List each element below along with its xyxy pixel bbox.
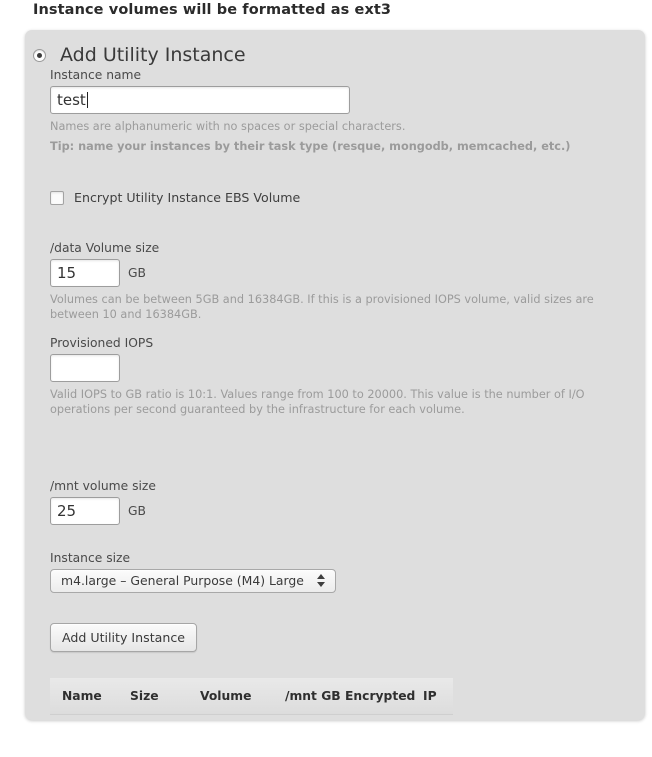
data-volume-size-label: /data Volume size — [50, 241, 160, 255]
section-title: Add Utility Instance — [60, 44, 246, 66]
column-header-mnt-gb: /mnt GB — [285, 678, 345, 715]
mnt-volume-size-input[interactable] — [50, 497, 120, 525]
add-utility-instance-radio[interactable] — [33, 48, 46, 62]
encrypt-volume-label: Encrypt Utility Instance EBS Volume — [74, 190, 301, 205]
instance-name-input[interactable] — [50, 86, 350, 114]
select-updown-arrows-icon — [317, 574, 326, 590]
instance-size-select[interactable]: m4.large – General Purpose (M4) Large — [50, 569, 336, 593]
provisioned-iops-label: Provisioned IOPS — [50, 336, 154, 350]
column-header-name: Name — [50, 678, 130, 715]
data-volume-size-unit: GB — [128, 266, 146, 280]
add-utility-instance-button[interactable]: Add Utility Instance — [50, 623, 197, 652]
table-header: Name Size Volume /mnt GB Encrypted IP — [50, 678, 453, 715]
instance-name-label: Instance name — [50, 68, 142, 82]
text-cursor — [87, 92, 88, 108]
provisioned-iops-row — [50, 354, 631, 382]
column-header-encrypted: Encrypted — [345, 678, 423, 715]
instance-name-hint-line1: Names are alphanumeric with no spaces or… — [50, 120, 406, 133]
column-header-volume: Volume — [200, 678, 285, 715]
encrypt-volume-checkbox[interactable] — [50, 190, 64, 205]
data-volume-size-hint: Volumes can be between 5GB and 16384GB. … — [50, 293, 594, 321]
provisioned-iops-input[interactable] — [50, 354, 120, 382]
page-title: Instance volumes will be formatted as ex… — [33, 2, 392, 18]
provisioned-iops-hint: Valid IOPS to GB ratio is 10:1. Values r… — [50, 388, 585, 416]
mnt-volume-size-row: GB — [50, 497, 631, 525]
mnt-volume-size-label: /mnt volume size — [50, 479, 156, 493]
add-utility-instance-panel: Add Utility Instance Instance name Names… — [25, 30, 645, 720]
instance-name-input-wrap — [50, 86, 350, 114]
section-header[interactable]: Add Utility Instance — [33, 44, 246, 66]
encrypt-volume-row[interactable]: Encrypt Utility Instance EBS Volume — [50, 190, 631, 205]
instance-size-label: Instance size — [50, 551, 131, 565]
utility-instance-form: Instance name Names are alphanumeric wit… — [50, 68, 631, 715]
utility-instances-table: Name Size Volume /mnt GB Encrypted IP — [50, 678, 453, 715]
instance-name-hint-line2: Tip: name your instances by their task t… — [50, 140, 571, 153]
instance-size-selected-value: m4.large – General Purpose (M4) Large — [61, 573, 304, 588]
mnt-volume-size-unit: GB — [128, 504, 146, 518]
column-header-size: Size — [130, 678, 200, 715]
data-volume-size-input[interactable] — [50, 259, 120, 287]
data-volume-size-row: GB — [50, 259, 631, 287]
table-header-row: Name Size Volume /mnt GB Encrypted IP — [50, 678, 453, 715]
column-header-ip: IP — [423, 678, 453, 715]
